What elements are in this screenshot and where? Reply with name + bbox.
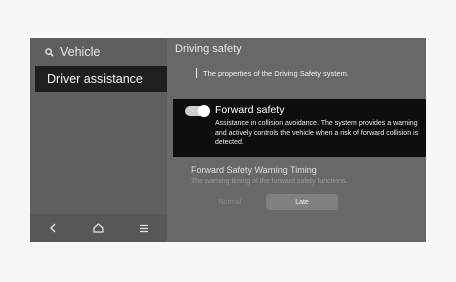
- back-icon: [49, 223, 56, 233]
- timing-option-normal[interactable]: Normal: [194, 194, 266, 210]
- home-button[interactable]: [83, 217, 113, 239]
- back-button[interactable]: [38, 217, 68, 239]
- bottom-nav-bar: [30, 214, 167, 242]
- sidebar: Vehicle Driver assistance: [30, 38, 167, 242]
- home-icon: [93, 223, 104, 233]
- forward-safety-toggle[interactable]: [185, 105, 210, 117]
- search-button[interactable]: Vehicle: [45, 43, 100, 61]
- menu-icon: [140, 224, 149, 232]
- forward-safety-description: Assistance in collision avoidance. The s…: [215, 120, 419, 146]
- infotainment-screen: Vehicle Driver assistance Driving safety…: [30, 38, 426, 242]
- page-description: The properties of the Driving Safety sys…: [196, 68, 349, 78]
- page-description-text: The properties of the Driving Safety sys…: [203, 68, 349, 78]
- sidebar-item-label: Driver assistance: [47, 72, 143, 86]
- sidebar-item-driver-assistance[interactable]: Driver assistance: [35, 66, 167, 92]
- warning-timing-description: The warning timing of the forward safety…: [191, 178, 348, 185]
- search-label: Vehicle: [60, 45, 101, 59]
- toggle-knob: [198, 105, 210, 117]
- forward-safety-panel[interactable]: Forward safety Assistance in collision a…: [173, 99, 426, 157]
- description-divider: [196, 68, 197, 78]
- menu-button[interactable]: [129, 217, 159, 239]
- forward-safety-title: Forward safety: [215, 104, 285, 116]
- warning-timing-title: Forward Safety Warning Timing: [191, 165, 317, 175]
- page-title: Driving safety: [175, 43, 242, 55]
- timing-option-late[interactable]: Late: [266, 194, 338, 210]
- search-icon: [45, 47, 54, 57]
